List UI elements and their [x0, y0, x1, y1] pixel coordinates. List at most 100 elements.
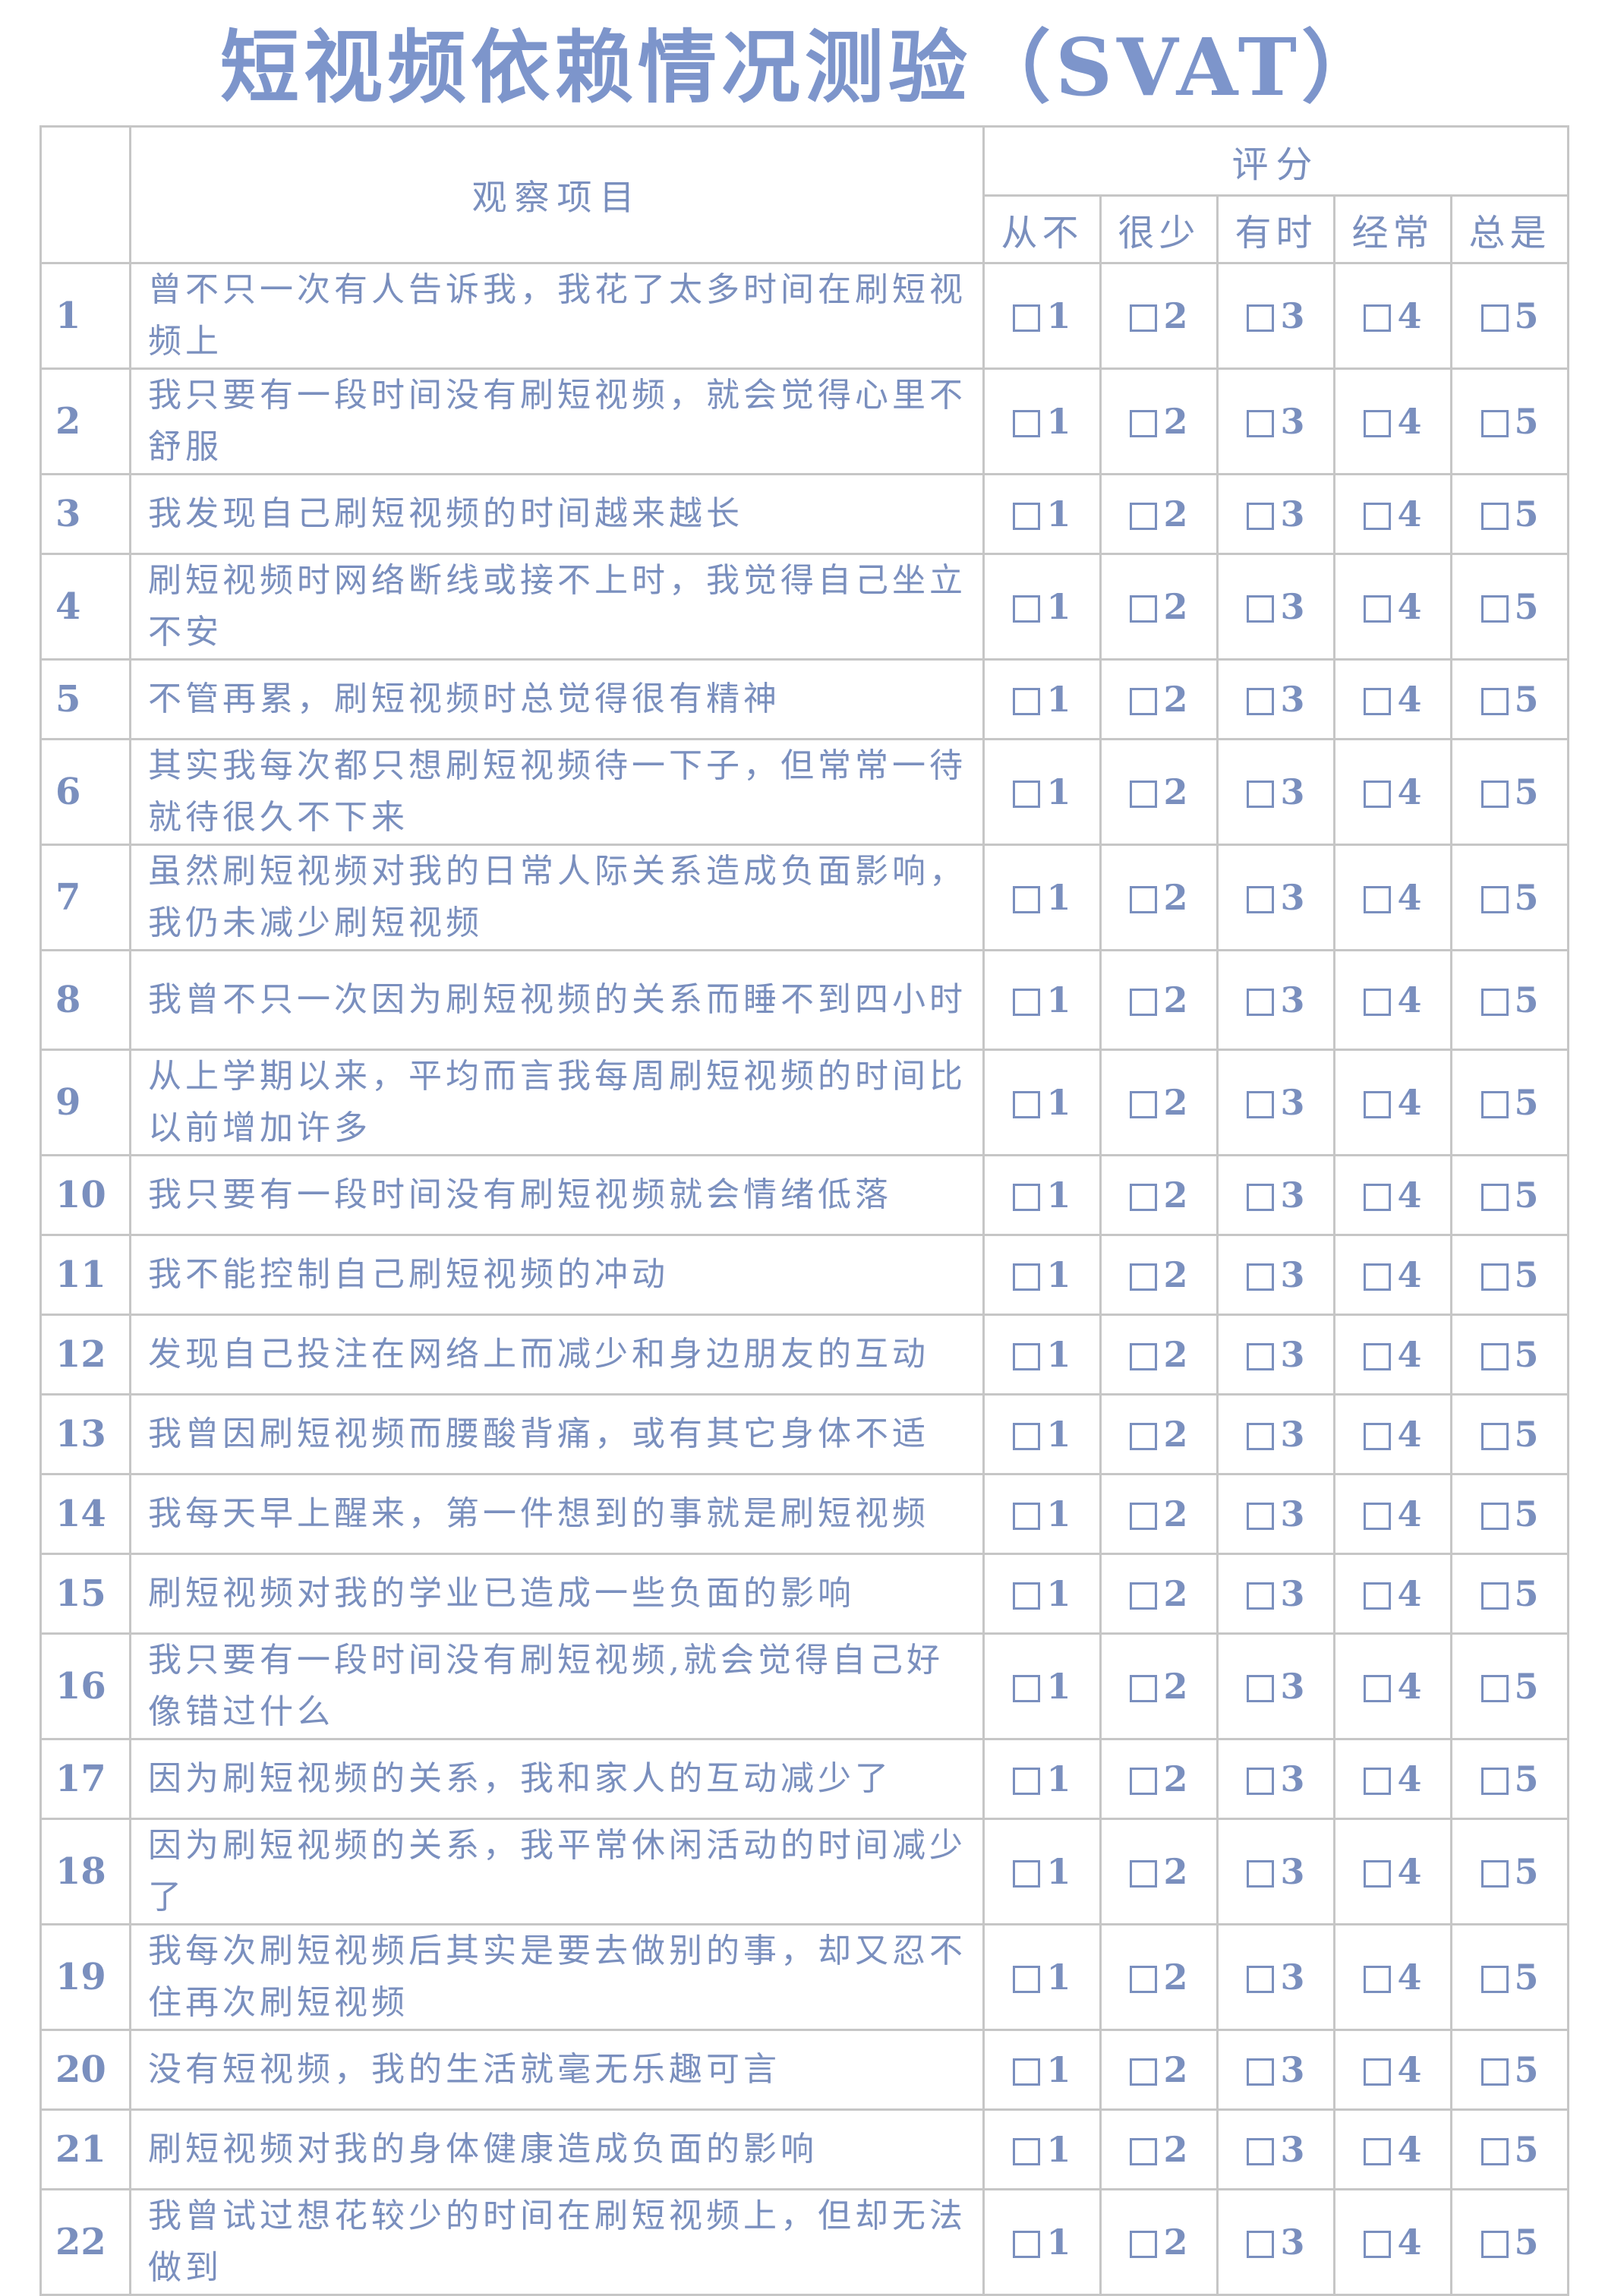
checkbox[interactable]: [1013, 1343, 1041, 1370]
checkbox[interactable]: [1364, 1343, 1392, 1370]
checkbox[interactable]: [1480, 304, 1509, 332]
score-option[interactable]: 2: [1099, 658, 1219, 740]
checkbox[interactable]: [1130, 1423, 1158, 1450]
score-option[interactable]: 2: [1099, 262, 1219, 370]
checkbox[interactable]: [1013, 2058, 1041, 2086]
checkbox[interactable]: [1480, 595, 1509, 623]
score-option[interactable]: 4: [1333, 553, 1452, 661]
score-option[interactable]: 2: [1099, 949, 1219, 1051]
checkbox[interactable]: [1130, 1966, 1158, 1993]
score-option[interactable]: 2: [1099, 1473, 1219, 1555]
score-option[interactable]: 5: [1449, 262, 1570, 370]
score-option[interactable]: 2: [1099, 1632, 1219, 1740]
checkbox[interactable]: [1480, 989, 1509, 1016]
checkbox[interactable]: [1364, 1503, 1392, 1530]
score-option[interactable]: 5: [1449, 1818, 1570, 1925]
checkbox[interactable]: [1013, 1423, 1041, 1450]
score-option[interactable]: 5: [1449, 844, 1570, 951]
score-option[interactable]: 4: [1333, 473, 1452, 555]
score-option[interactable]: 2: [1099, 1553, 1219, 1635]
score-option[interactable]: 4: [1333, 1553, 1452, 1635]
score-option[interactable]: 1: [982, 473, 1102, 555]
checkbox[interactable]: [1247, 1768, 1275, 1795]
score-option[interactable]: 3: [1216, 2108, 1335, 2190]
checkbox[interactable]: [1013, 1263, 1041, 1291]
score-option[interactable]: 3: [1216, 553, 1335, 661]
checkbox[interactable]: [1247, 1184, 1275, 1211]
score-option[interactable]: 1: [982, 658, 1102, 740]
checkbox[interactable]: [1013, 1675, 1041, 1702]
score-option[interactable]: 1: [982, 1234, 1102, 1316]
score-option[interactable]: 1: [982, 553, 1102, 661]
checkbox[interactable]: [1247, 410, 1275, 437]
score-option[interactable]: 4: [1333, 1473, 1452, 1555]
score-option[interactable]: 3: [1216, 473, 1335, 555]
score-option[interactable]: 4: [1333, 844, 1452, 951]
checkbox[interactable]: [1364, 1423, 1392, 1450]
score-option[interactable]: 5: [1449, 1923, 1570, 2031]
score-option[interactable]: 1: [982, 1923, 1102, 2031]
score-option[interactable]: 3: [1216, 1632, 1335, 1740]
checkbox[interactable]: [1130, 886, 1158, 913]
score-option[interactable]: 2: [1099, 473, 1219, 555]
score-option[interactable]: 5: [1449, 1473, 1570, 1555]
checkbox[interactable]: [1247, 1860, 1275, 1888]
score-option[interactable]: 2: [1099, 2108, 1219, 2190]
score-option[interactable]: 5: [1449, 2108, 1570, 2190]
checkbox[interactable]: [1364, 410, 1392, 437]
score-option[interactable]: 3: [1216, 949, 1335, 1051]
score-option[interactable]: 2: [1099, 367, 1219, 475]
score-option[interactable]: 2: [1099, 1049, 1219, 1156]
score-option[interactable]: 5: [1449, 1314, 1570, 1396]
checkbox[interactable]: [1480, 1966, 1509, 1993]
score-option[interactable]: 4: [1333, 1818, 1452, 1925]
score-option[interactable]: 1: [982, 2188, 1102, 2296]
checkbox[interactable]: [1364, 1860, 1392, 1888]
checkbox[interactable]: [1247, 1503, 1275, 1530]
checkbox[interactable]: [1247, 1263, 1275, 1291]
checkbox[interactable]: [1013, 1768, 1041, 1795]
checkbox[interactable]: [1247, 1582, 1275, 1610]
checkbox[interactable]: [1130, 1860, 1158, 1888]
score-option[interactable]: 1: [982, 1738, 1102, 1820]
score-option[interactable]: 4: [1333, 1632, 1452, 1740]
checkbox[interactable]: [1480, 1343, 1509, 1370]
checkbox[interactable]: [1364, 989, 1392, 1016]
checkbox[interactable]: [1130, 503, 1158, 530]
score-option[interactable]: 3: [1216, 367, 1335, 475]
checkbox[interactable]: [1130, 1343, 1158, 1370]
checkbox[interactable]: [1247, 304, 1275, 332]
checkbox[interactable]: [1247, 989, 1275, 1016]
checkbox[interactable]: [1130, 1091, 1158, 1118]
checkbox[interactable]: [1247, 503, 1275, 530]
score-option[interactable]: 1: [982, 1049, 1102, 1156]
checkbox[interactable]: [1013, 688, 1041, 715]
checkbox[interactable]: [1480, 781, 1509, 808]
score-option[interactable]: 1: [982, 367, 1102, 475]
score-option[interactable]: 5: [1449, 738, 1570, 846]
score-option[interactable]: 2: [1099, 1314, 1219, 1396]
checkbox[interactable]: [1480, 2058, 1509, 2086]
score-option[interactable]: 3: [1216, 2188, 1335, 2296]
score-option[interactable]: 5: [1449, 2188, 1570, 2296]
checkbox[interactable]: [1364, 2231, 1392, 2258]
score-option[interactable]: 1: [982, 1818, 1102, 1925]
score-option[interactable]: 1: [982, 2029, 1102, 2111]
score-option[interactable]: 4: [1333, 2188, 1452, 2296]
score-option[interactable]: 4: [1333, 2108, 1452, 2190]
score-option[interactable]: 1: [982, 262, 1102, 370]
checkbox[interactable]: [1130, 1263, 1158, 1291]
score-option[interactable]: 2: [1099, 1154, 1219, 1236]
score-option[interactable]: 4: [1333, 1049, 1452, 1156]
checkbox[interactable]: [1364, 1263, 1392, 1291]
score-option[interactable]: 3: [1216, 658, 1335, 740]
checkbox[interactable]: [1013, 989, 1041, 1016]
score-option[interactable]: 2: [1099, 2029, 1219, 2111]
score-option[interactable]: 3: [1216, 1234, 1335, 1316]
score-option[interactable]: 4: [1333, 2029, 1452, 2111]
score-option[interactable]: 4: [1333, 262, 1452, 370]
checkbox[interactable]: [1013, 1184, 1041, 1211]
checkbox[interactable]: [1013, 2138, 1041, 2165]
score-option[interactable]: 4: [1333, 1923, 1452, 2031]
checkbox[interactable]: [1364, 781, 1392, 808]
